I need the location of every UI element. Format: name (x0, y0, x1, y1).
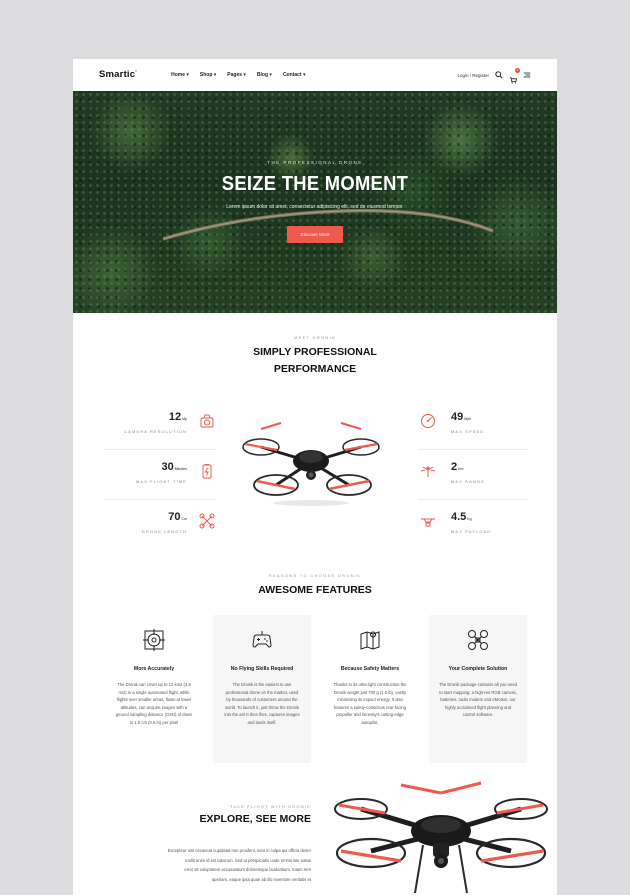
hero-kicker: THE PROFESSIONAL DRONE (267, 160, 363, 165)
discover-more-button[interactable]: Discover More (287, 226, 343, 243)
hero-text: Lorem ipsum dolor sit amet, consectetur … (226, 204, 404, 210)
explore-text-line: Excepteur sint occaecat cupidatat non pr… (167, 848, 311, 853)
site-logo[interactable]: Smartic° (99, 69, 137, 80)
feature-title: Your Complete Solution (448, 666, 508, 672)
map-pin-icon (360, 631, 380, 650)
spec-drone-length: 70Cm DRONE LENGTH (105, 509, 215, 549)
spec-value: 12Mp (168, 411, 187, 423)
speedometer-icon (421, 414, 435, 428)
payload-icon (421, 518, 435, 527)
features-title: AWESOME FEATURES (258, 584, 372, 596)
drone-closeup-image (334, 781, 548, 894)
nav-item-blog[interactable]: Blog ▾ (257, 72, 272, 78)
feature-card-safety: Because Safety Matters Thanks to its ult… (321, 615, 419, 763)
spec-value: 70Cm (168, 511, 187, 523)
drone-frame-icon (199, 513, 215, 529)
hero-banner: THE PROFESSIONAL DRONE SEIZE THE MOMENT … (73, 91, 557, 313)
spec-label: MAX PAYLOAD (451, 529, 492, 534)
spec-divider (418, 499, 528, 500)
spec-label: MAX FLIGHT TIME (135, 479, 187, 484)
gamepad-icon (252, 631, 272, 648)
hero-title: SEIZE THE MOMENT (221, 173, 409, 195)
target-icon (143, 629, 165, 651)
explore-text-line: aperiam, eaque ipsa quae ab illo invento… (211, 876, 311, 882)
quadcopter-icon (468, 630, 488, 650)
cart-icon (509, 77, 517, 84)
features-kicker: REASONS TO CHOOSE DRONIK (268, 573, 362, 578)
feature-title: No Flying Skills Required (230, 666, 294, 672)
feature-card-solution: Your Complete Solution The Dronik packag… (429, 615, 527, 763)
feature-text: Thanks to its ultra-light construction t… (333, 682, 407, 725)
spec-max-payload: 4.5Kg MAX PAYLOAD (418, 509, 528, 549)
feature-title: Because Safety Matters (340, 666, 400, 672)
login-register-link[interactable]: Login / Register (457, 73, 489, 78)
explore-text-line: mollit anim id est laborum. Sed ut persp… (185, 857, 311, 863)
performance-title-line2: PERFORMANCE (273, 363, 357, 375)
feature-card-no-skills: No Flying Skills Required The Dronik is … (213, 615, 311, 763)
spec-value: 49Mph (451, 411, 472, 423)
feature-title: More Accurately (133, 666, 175, 672)
menu-icon[interactable] (523, 71, 531, 79)
feature-text: The Dronik is the easiest to use profess… (224, 682, 300, 725)
spec-label: DRONE LENGTH (142, 529, 187, 534)
signal-icon (420, 466, 436, 477)
spec-label: MAX RANGE (451, 479, 485, 484)
spec-max-speed: 49Mph MAX SPEED (418, 409, 528, 449)
feature-text: The Dronik package contains all you need… (439, 682, 517, 718)
drone-product-image (242, 422, 380, 506)
main-nav: Home ▾ Shop ▾ Pages ▾ Blog ▾ Contact ▾ (171, 72, 305, 78)
spec-label: MAX SPEED (451, 429, 485, 434)
nav-item-home[interactable]: Home ▾ (171, 72, 189, 78)
spec-value: 4.5Kg (451, 511, 472, 523)
nav-item-contact[interactable]: Contact ▾ (283, 72, 306, 78)
site-header: Smartic° Home ▾ Shop ▾ Pages ▾ Blog ▾ Co… (73, 59, 557, 91)
spec-divider (418, 449, 528, 450)
spec-divider (105, 499, 215, 500)
spec-max-range: 2Km MAX RANGE (418, 459, 528, 499)
performance-title-line1: SIMPLY PROFESSIONAL (253, 346, 377, 358)
spec-label: CAMERA RESOLUTION (124, 429, 187, 434)
battery-icon (202, 464, 212, 479)
camera-icon (200, 414, 214, 428)
header-actions: Login / Register 0 (457, 68, 531, 84)
cart-count-badge: 0 (515, 68, 520, 73)
feature-text: The Dronik can cover up to 12 km2 (4.6 m… (115, 682, 193, 725)
explore-kicker: TAKE FLIGHT WITH DRONIK (229, 804, 311, 809)
page: Smartic° Home ▾ Shop ▾ Pages ▾ Blog ▾ Co… (73, 59, 557, 895)
hero-overlay (73, 91, 557, 313)
search-icon[interactable] (495, 71, 503, 79)
explore-title: EXPLORE, SEE MORE (199, 813, 311, 825)
explore-text: Excepteur sint occaecat cupidatat non pr… (119, 846, 311, 884)
spec-divider (105, 449, 215, 450)
feature-card-accuracy: More Accurately The Dronik can cover up … (105, 615, 203, 763)
spec-camera-resolution: 12Mp CAMERA RESOLUTION (105, 409, 215, 449)
nav-item-shop[interactable]: Shop ▾ (200, 72, 216, 78)
performance-kicker: MEET DRONIK (293, 335, 336, 340)
nav-item-pages[interactable]: Pages ▾ (227, 72, 246, 78)
spec-flight-time: 30Minutes MAX FLIGHT TIME (105, 459, 215, 499)
cart-button[interactable]: 0 (509, 68, 520, 84)
explore-text-line: error sit voluptatem accusantium dolorem… (184, 867, 311, 872)
spec-value: 30Minutes (161, 461, 187, 473)
spec-value: 2Km (451, 461, 464, 473)
